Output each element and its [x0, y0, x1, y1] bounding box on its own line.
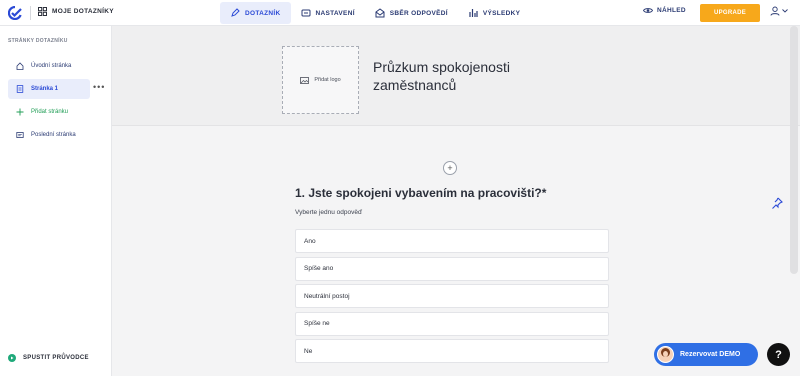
answer-option[interactable]: Ne	[295, 339, 609, 364]
pin-icon[interactable]	[770, 196, 784, 210]
help-button[interactable]: ?	[767, 343, 790, 366]
chevron-down-icon	[782, 9, 788, 13]
sidebar-item-intro-page[interactable]: Úvodní stránka	[8, 56, 104, 76]
tab-survey[interactable]: DOTAZNÍK	[220, 2, 291, 24]
user-menu[interactable]	[770, 6, 788, 16]
add-logo-button[interactable]: Přidat logo	[282, 46, 359, 114]
sidebar-item-label: Úvodní stránka	[31, 63, 72, 69]
mail-icon	[375, 8, 385, 18]
answer-option[interactable]: Ano	[295, 229, 609, 253]
tab-results-label: VÝSLEDKY	[482, 9, 521, 17]
upgrade-button[interactable]: UPGRADE	[700, 4, 760, 22]
tab-results[interactable]: VÝSLEDKY	[458, 2, 530, 24]
add-logo-label: Přidat logo	[314, 77, 341, 83]
answer-option[interactable]: Neutrální postoj	[295, 284, 609, 309]
user-icon	[770, 6, 780, 16]
preview-button[interactable]: NÁHLED	[643, 7, 686, 14]
tab-collect-responses[interactable]: SBĚR ODPOVĚDÍ	[365, 2, 458, 24]
survey-header: Přidat logo Průzkum spokojenosti zaměstn…	[112, 26, 800, 126]
start-guide-button[interactable]: SPUSTIT PRŮVODCE	[8, 354, 89, 362]
add-question-button[interactable]: +	[443, 161, 457, 175]
play-icon	[8, 354, 16, 362]
sidebar-item-label: Poslední stránka	[31, 132, 76, 138]
top-bar: MOJE DOTAZNÍKY DOTAZNÍK NASTAVENÍ SBĚR O…	[0, 0, 800, 26]
scrollbar[interactable]	[790, 26, 798, 274]
avatar	[657, 346, 674, 363]
survey-title[interactable]: Průzkum spokojenosti zaměstnanců	[373, 58, 573, 94]
tab-settings-label: NASTAVENÍ	[315, 9, 355, 17]
page-options-button[interactable]: •••	[93, 82, 105, 92]
pencil-icon	[231, 8, 240, 17]
book-demo-label: Rezervovat DEMO	[680, 351, 741, 358]
plus-icon	[16, 108, 24, 116]
settings-icon	[301, 9, 310, 17]
answer-option[interactable]: Spíše ano	[295, 256, 609, 281]
sidebar-item-label: Přidat stránku	[31, 109, 69, 115]
book-demo-button[interactable]: Rezervovat DEMO	[654, 343, 758, 366]
sidebar-item-label: Stránka 1	[31, 86, 59, 92]
question-instructions: Vyberte jednu odpověď	[295, 209, 362, 216]
tab-survey-label: DOTAZNÍK	[245, 9, 281, 17]
bar-chart-icon	[469, 9, 478, 17]
answer-options: Ano Spíše ano Neutrální postoj Spíše ne …	[295, 229, 609, 367]
sidebar-item-add-page[interactable]: Přidat stránku	[8, 102, 104, 122]
app-logo-icon[interactable]	[8, 6, 22, 20]
preview-label: NÁHLED	[657, 7, 686, 14]
sidebar: STRÁNKY DOTAZNÍKU Úvodní stránka Stránka…	[0, 26, 112, 376]
survey-editor: Přidat logo Průzkum spokojenosti zaměstn…	[112, 26, 800, 376]
tab-collect-responses-label: SBĚR ODPOVĚDÍ	[389, 9, 448, 17]
start-guide-label: SPUSTIT PRŮVODCE	[23, 355, 89, 361]
sidebar-heading: STRÁNKY DOTAZNÍKU	[8, 38, 68, 44]
divider	[30, 6, 31, 20]
main-nav: DOTAZNÍK NASTAVENÍ SBĚR ODPOVĚDÍ VÝSLEDK…	[220, 2, 530, 24]
grid-icon	[38, 7, 47, 16]
image-icon	[300, 76, 310, 84]
flag-icon	[16, 132, 24, 138]
my-surveys-label: MOJE DOTAZNÍKY	[52, 8, 114, 15]
question-title[interactable]: 1. Jste spokojeni vybavením na pracovišt…	[295, 186, 546, 200]
page-icon	[16, 85, 24, 93]
home-icon	[16, 62, 24, 70]
sidebar-item-page-1[interactable]: Stránka 1	[8, 79, 90, 99]
my-surveys-link[interactable]: MOJE DOTAZNÍKY	[38, 7, 114, 16]
sidebar-item-last-page[interactable]: Poslední stránka	[8, 125, 104, 145]
eye-icon	[643, 8, 653, 13]
answer-option[interactable]: Spíše ne	[295, 311, 609, 336]
tab-settings[interactable]: NASTAVENÍ	[291, 2, 365, 24]
